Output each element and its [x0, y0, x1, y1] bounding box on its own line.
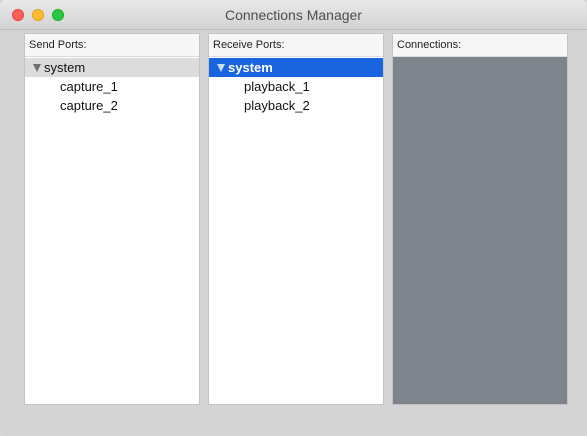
connections-manager-window: Connections Manager Send Ports: system c…	[0, 0, 587, 436]
group-label: system	[44, 60, 86, 75]
port-label: capture_2	[60, 98, 118, 113]
connections-panel[interactable]: Connections:	[392, 33, 568, 405]
receive-ports-group-system[interactable]: system	[209, 58, 383, 77]
port-label: playback_1	[244, 79, 310, 94]
disclosure-triangle-icon[interactable]	[33, 64, 41, 72]
port-label: capture_1	[60, 79, 118, 94]
receive-ports-header: Receive Ports:	[209, 34, 383, 57]
disclosure-triangle-icon[interactable]	[217, 64, 225, 72]
send-ports-panel[interactable]: Send Ports: system capture_1 capture_2	[24, 33, 200, 405]
port-label: playback_2	[244, 98, 310, 113]
send-port-item[interactable]: capture_1	[25, 77, 199, 96]
window-title: Connections Manager	[225, 7, 362, 23]
connections-canvas[interactable]	[393, 57, 567, 404]
send-ports-header: Send Ports:	[25, 34, 199, 57]
receive-port-item[interactable]: playback_2	[209, 96, 383, 115]
send-port-item[interactable]: capture_2	[25, 96, 199, 115]
receive-port-item[interactable]: playback_1	[209, 77, 383, 96]
group-label: system	[228, 60, 273, 75]
send-ports-group-system[interactable]: system	[25, 58, 199, 77]
receive-ports-panel[interactable]: Receive Ports: system playback_1 playbac…	[208, 33, 384, 405]
connections-header: Connections:	[393, 34, 567, 57]
title-bar[interactable]: Connections Manager	[0, 0, 587, 30]
